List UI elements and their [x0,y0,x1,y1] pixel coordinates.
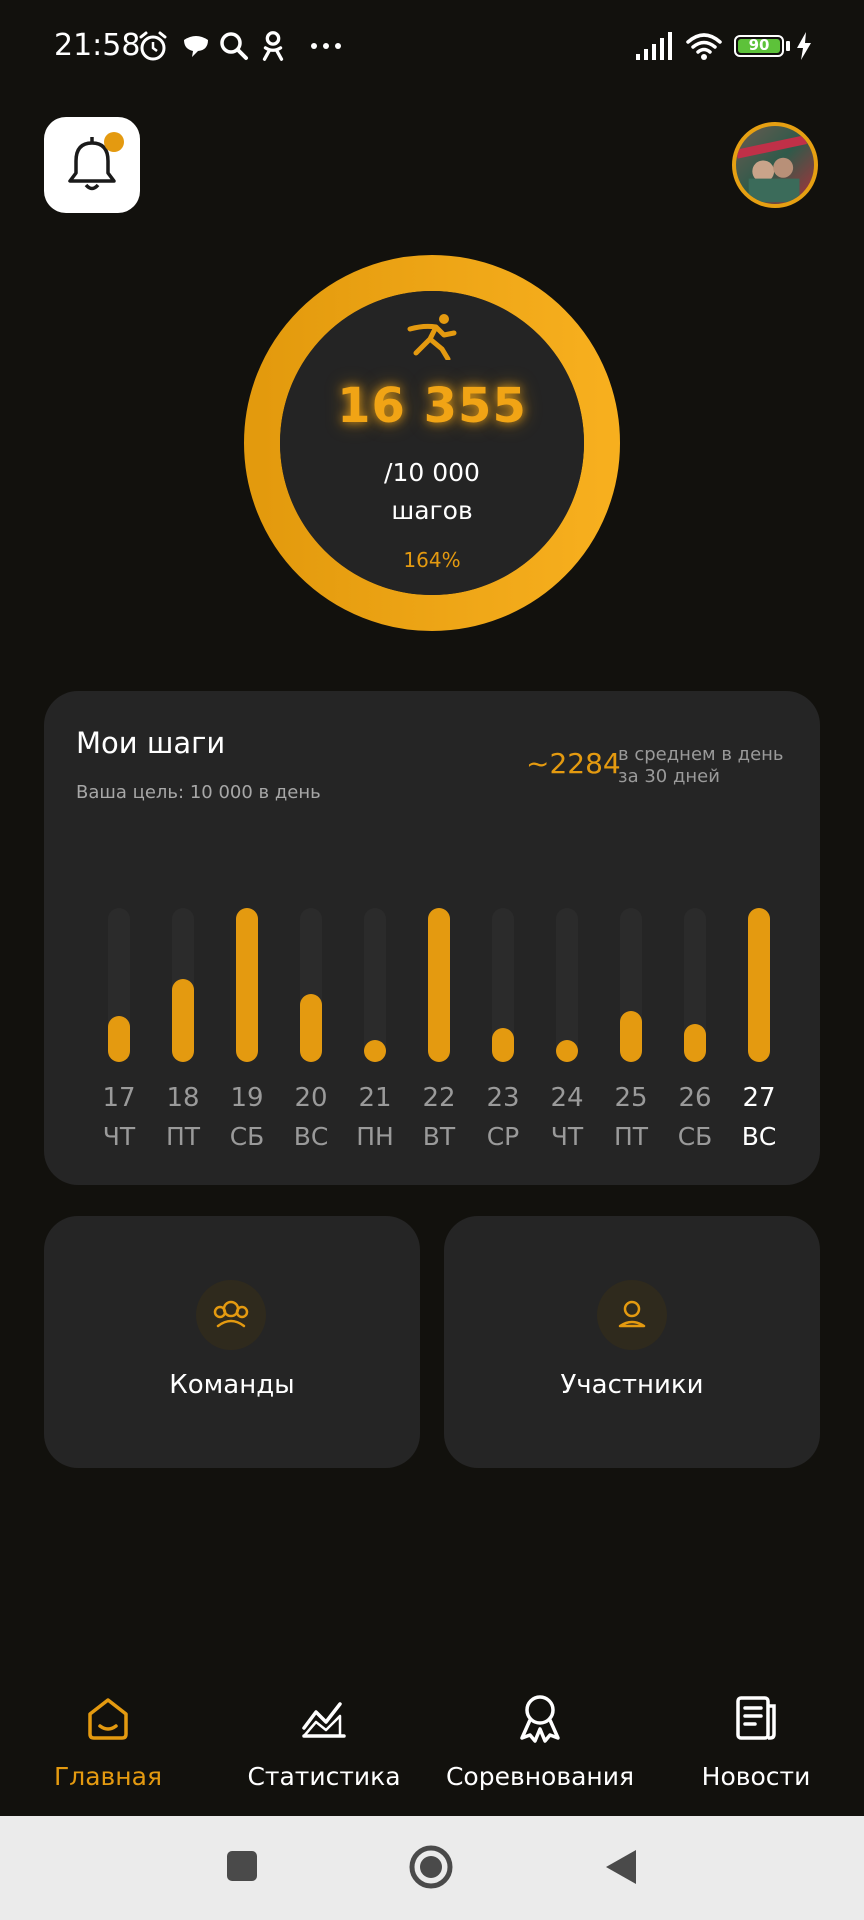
participants-label: Участники [560,1370,704,1400]
stats-icon [302,1702,346,1738]
nav-news-label: Новости [701,1762,811,1791]
status-time: 21:58 [54,28,141,63]
average-steps-label: в среднем в день за 30 дней [618,744,784,788]
charging-icon [797,32,811,60]
steps-goal: /10 000 [384,458,480,487]
teams-icon [213,1300,249,1328]
signal-icon [636,32,672,60]
average-steps-value: ~2284 [526,747,621,780]
recent-apps-icon[interactable] [226,1850,258,1882]
battery-icon: 90 [734,35,784,57]
average-label-line1: в среднем в день [618,744,784,765]
battery-tip [786,41,790,51]
notification-badge [104,132,124,152]
back-icon[interactable] [604,1848,638,1886]
home-system-icon[interactable] [408,1844,454,1890]
avatar-image [736,135,807,203]
news-icon [736,1696,776,1740]
steps-unit: шагов [391,496,473,525]
more-dots-icon [311,43,341,49]
notifications-button[interactable] [44,117,140,213]
nav-stats-label: Статистика [247,1762,401,1791]
steps-percent: 164% [403,548,461,572]
ok-icon [262,31,284,61]
participants-icon-circle [597,1280,667,1350]
card-title: Мои шаги [76,726,226,760]
search-icon [220,32,248,60]
home-icon [88,1698,128,1740]
teams-icon-circle [196,1280,266,1350]
bell-icon [68,137,116,191]
nav-home-label: Главная [54,1762,162,1791]
daily-goal-text: Ваша цель: 10 000 в день [76,782,321,803]
teams-label: Команды [169,1370,295,1400]
wifi-icon [686,33,722,60]
participant-icon [618,1300,646,1328]
nav-competitions-label: Соревнования [445,1762,635,1791]
avatar[interactable] [732,122,818,208]
chat-icon [184,36,208,57]
award-icon [520,1695,560,1743]
alarm-icon [139,31,167,61]
steps-count: 16 355 [337,378,527,434]
average-label-line2: за 30 дней [618,766,720,787]
battery-level: 90 [748,36,770,54]
runner-icon [407,314,457,360]
